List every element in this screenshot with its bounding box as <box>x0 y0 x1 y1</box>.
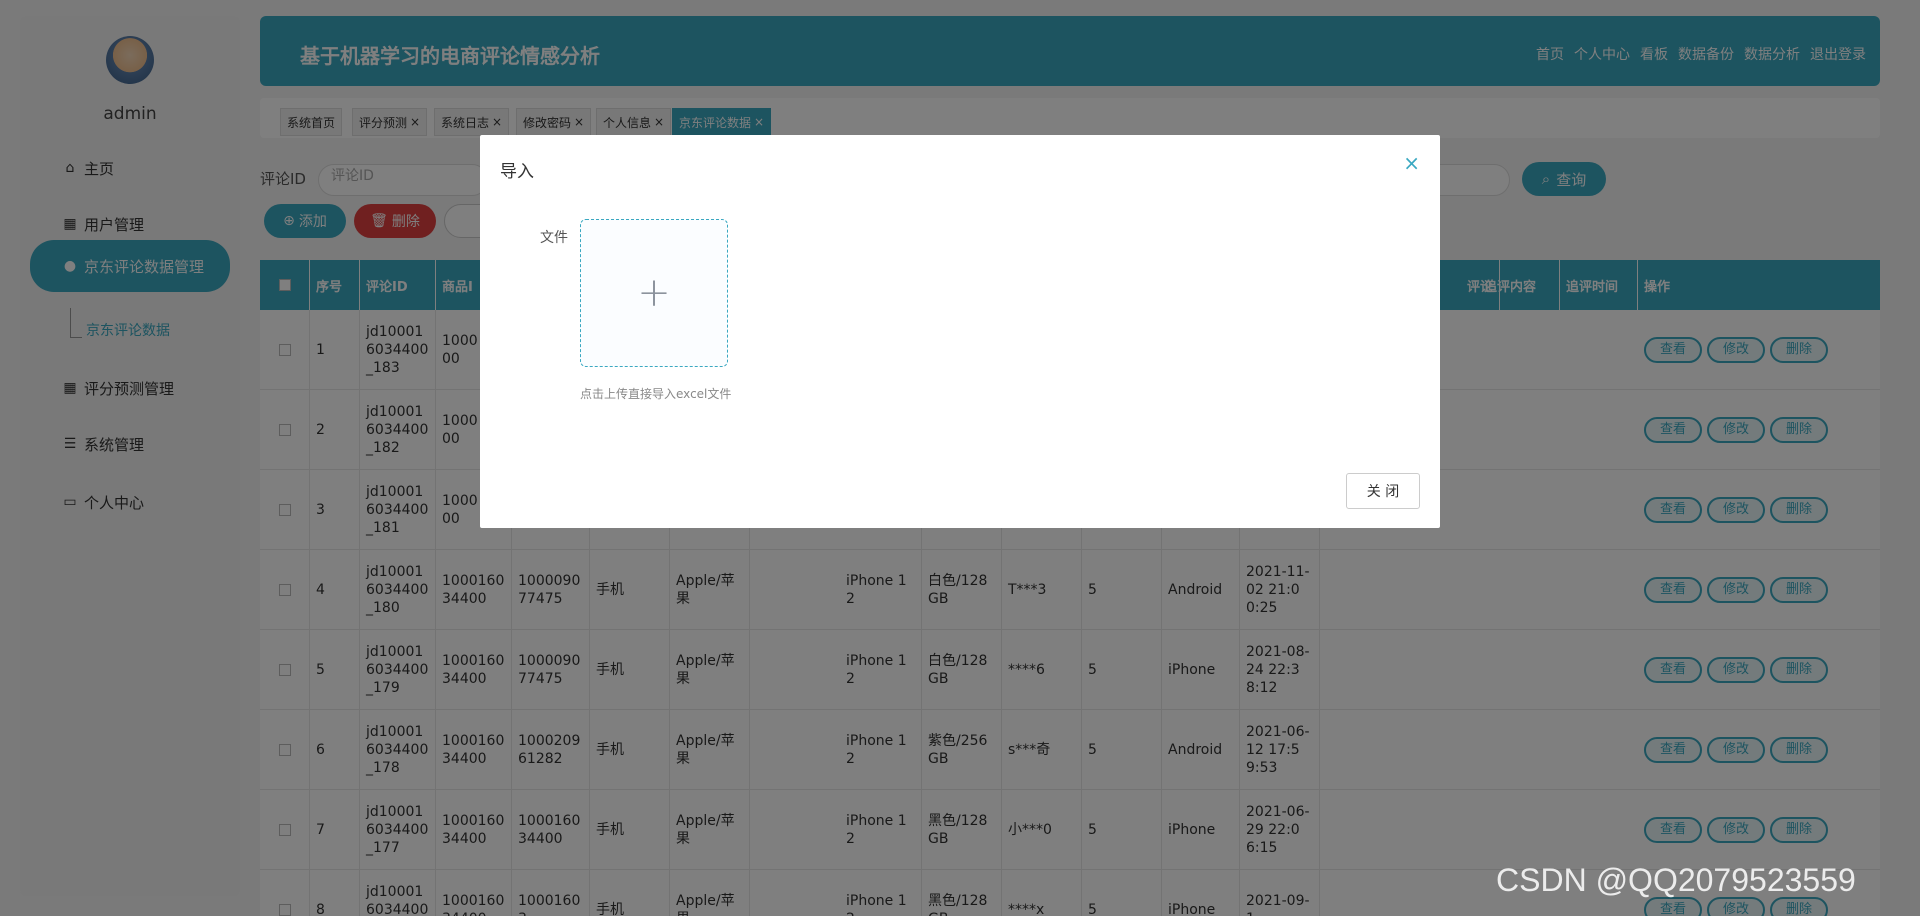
plus-icon: + <box>637 270 671 316</box>
file-label: 文件 <box>540 230 568 246</box>
watermark: CSDN @QQ2079523559 <box>1496 862 1856 898</box>
import-dialog: 导入 × 文件 + 点击上传直接导入excel文件 关 闭 <box>480 135 1440 528</box>
close-dialog-button[interactable]: 关 闭 <box>1346 473 1420 509</box>
dialog-title: 导入 <box>500 162 534 182</box>
close-icon[interactable]: × <box>1403 151 1420 175</box>
upload-tip: 点击上传直接导入excel文件 <box>580 387 732 401</box>
upload-dropzone[interactable]: + <box>580 219 728 367</box>
